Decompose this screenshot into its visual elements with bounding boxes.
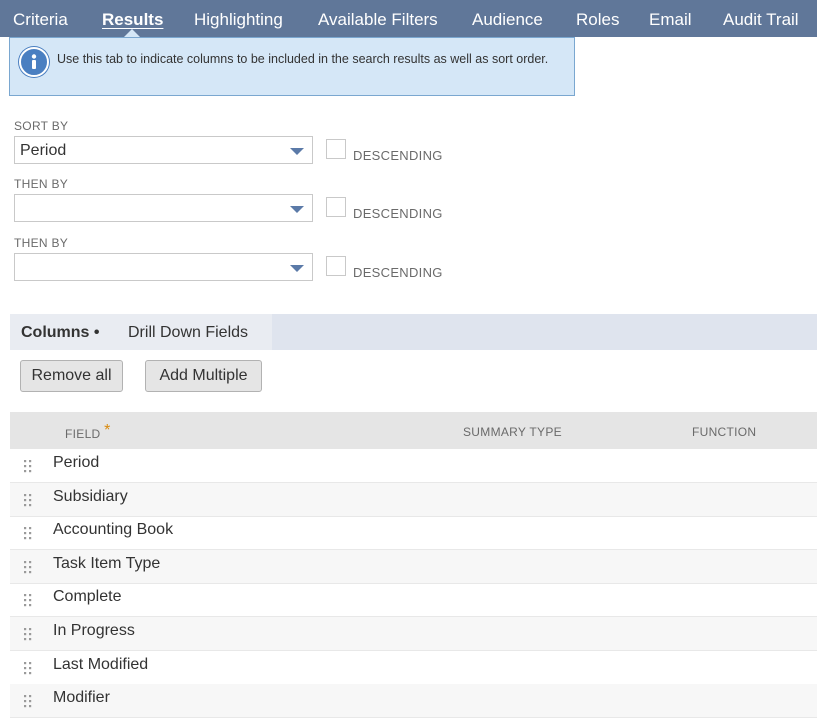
then-by-2-descending-checkbox[interactable] xyxy=(326,256,346,276)
then-by-2-select[interactable] xyxy=(14,253,313,281)
field-cell: Modifier xyxy=(53,689,110,707)
field-cell: Accounting Book xyxy=(53,521,174,539)
field-cell: In Progress xyxy=(53,622,135,639)
tab-highlighting[interactable]: Highlighting xyxy=(194,0,283,37)
field-cell: Period xyxy=(53,454,100,471)
info-icon xyxy=(19,47,49,77)
summary-type-column-header: SUMMARY TYPE xyxy=(463,425,562,439)
required-marker: * xyxy=(104,422,111,439)
dropdown-arrow-icon xyxy=(290,206,304,213)
table-row[interactable]: Last Modified xyxy=(10,651,817,685)
tab-criteria[interactable]: Criteria xyxy=(13,0,68,37)
tab-bar: Criteria Results Highlighting Available … xyxy=(0,0,817,37)
dropdown-arrow-icon xyxy=(290,265,304,272)
drag-handle-icon[interactable] xyxy=(24,661,32,680)
table-row[interactable]: Subsidiary xyxy=(10,482,817,517)
table-row[interactable]: Task Item Type xyxy=(10,549,817,584)
tab-email[interactable]: Email xyxy=(649,0,692,37)
field-column-header: FIELD * xyxy=(65,422,111,441)
tab-audience[interactable]: Audience xyxy=(472,0,543,37)
sort-by-select[interactable]: Period xyxy=(14,136,313,164)
table-row[interactable]: Modifier xyxy=(10,684,817,718)
info-text: Use this tab to indicate columns to be i… xyxy=(57,52,549,66)
table-row[interactable]: Complete xyxy=(10,583,817,618)
remove-all-button[interactable]: Remove all xyxy=(20,360,123,392)
function-column-header: FUNCTION xyxy=(692,425,757,439)
sort-by-value: Period xyxy=(20,142,67,159)
then-by-1-label: THEN BY xyxy=(14,177,69,191)
active-tab-caret xyxy=(124,29,140,37)
table-row[interactable]: Accounting Book xyxy=(10,516,817,551)
field-cell: Complete xyxy=(53,588,122,606)
tab-roles[interactable]: Roles xyxy=(576,0,619,37)
subtab-bar: Columns • Drill Down Fields xyxy=(10,314,817,350)
drag-handle-icon[interactable] xyxy=(24,593,32,612)
tab-audit-trail[interactable]: Audit Trail xyxy=(723,0,799,37)
field-cell: Subsidiary xyxy=(53,487,128,505)
add-multiple-button[interactable]: Add Multiple xyxy=(145,360,262,392)
dropdown-arrow-icon xyxy=(290,148,304,155)
drag-handle-icon[interactable] xyxy=(24,526,32,545)
drag-handle-icon[interactable] xyxy=(24,459,32,478)
table-row[interactable]: Period xyxy=(10,449,817,483)
then-by-2-label: THEN BY xyxy=(14,236,69,250)
table-row[interactable]: In Progress xyxy=(10,617,817,651)
table-header: FIELD * SUMMARY TYPE FUNCTION xyxy=(10,412,817,449)
drag-handle-icon[interactable] xyxy=(24,694,32,713)
field-cell: Task Item Type xyxy=(53,554,161,572)
drag-handle-icon[interactable] xyxy=(24,560,32,579)
subtab-columns[interactable]: Columns • xyxy=(21,324,100,342)
then-by-1-descending-checkbox[interactable] xyxy=(326,197,346,217)
sort-by-descending-checkbox[interactable] xyxy=(326,139,346,159)
field-cell: Last Modified xyxy=(53,655,149,673)
sort-by-label: SORT BY xyxy=(14,119,69,133)
then-by-1-select[interactable] xyxy=(14,194,313,222)
tab-available-filters[interactable]: Available Filters xyxy=(318,0,438,37)
info-message: Use this tab to indicate columns to be i… xyxy=(9,37,575,96)
drag-handle-icon[interactable] xyxy=(24,627,32,646)
then-by-2-descending-label: DESCENDING xyxy=(353,265,443,280)
drag-handle-icon[interactable] xyxy=(24,493,32,512)
sort-by-descending-label: DESCENDING xyxy=(353,148,443,163)
subtab-drill-down-fields[interactable]: Drill Down Fields xyxy=(128,324,248,342)
then-by-1-descending-label: DESCENDING xyxy=(353,206,443,221)
